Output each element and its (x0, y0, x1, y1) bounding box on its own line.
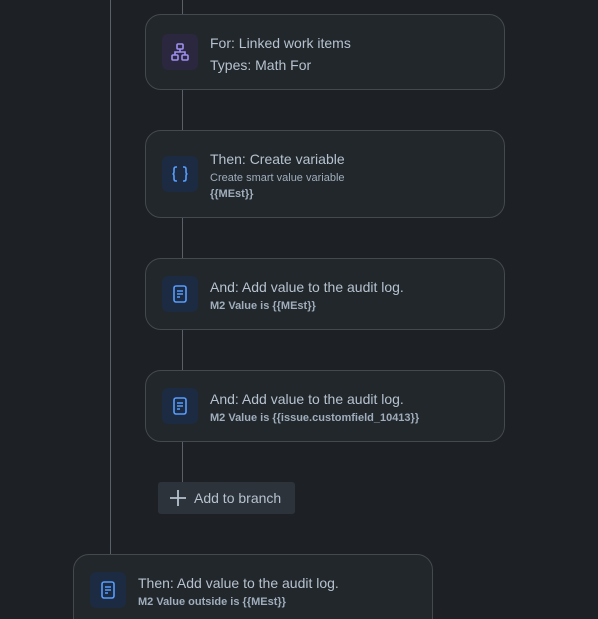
rule-canvas: For: Linked work items Types: Math For T… (0, 0, 598, 619)
branch-connector-2 (182, 218, 183, 258)
branch-connector-3 (182, 330, 183, 370)
audit-log-outside-title: Then: Add value to the audit log. (138, 575, 339, 591)
add-to-branch-button[interactable]: Add to branch (158, 482, 295, 514)
curly-braces-icon (162, 156, 198, 192)
audit-log-1-title: And: Add value to the audit log. (210, 279, 404, 295)
create-variable-title: Then: Create variable (210, 151, 345, 167)
branch-card-title: For: Linked work items (210, 35, 351, 51)
branch-card-subtitle: Types: Math For (210, 57, 312, 73)
document-icon (90, 572, 126, 608)
create-variable-value: {{MEst}} (210, 188, 254, 200)
audit-log-outside-card[interactable]: Then: Add value to the audit log. M2 Val… (73, 554, 433, 619)
create-variable-description: Create smart value variable (210, 172, 345, 184)
document-icon (162, 388, 198, 424)
branch-connector-top (182, 0, 183, 14)
audit-log-2-value: M2 Value is {{issue.customfield_10413}} (210, 412, 420, 424)
audit-log-1-value: M2 Value is {{MEst}} (210, 300, 316, 312)
document-icon (162, 276, 198, 312)
main-connector-line (110, 0, 111, 554)
branch-connector-4 (182, 442, 183, 482)
add-to-branch-label: Add to branch (194, 490, 282, 506)
audit-log-2-title: And: Add value to the audit log. (210, 391, 404, 407)
audit-log-outside-value: M2 Value outside is {{MEst}} (138, 596, 286, 608)
create-variable-card[interactable]: Then: Create variable Create smart value… (145, 130, 505, 218)
branch-icon (162, 34, 198, 70)
branch-connector-1 (182, 90, 183, 130)
branch-linked-work-items-card[interactable]: For: Linked work items Types: Math For (145, 14, 505, 90)
plus-icon (168, 488, 188, 508)
audit-log-card-1[interactable]: And: Add value to the audit log. M2 Valu… (145, 258, 505, 330)
audit-log-card-2[interactable]: And: Add value to the audit log. M2 Valu… (145, 370, 505, 442)
